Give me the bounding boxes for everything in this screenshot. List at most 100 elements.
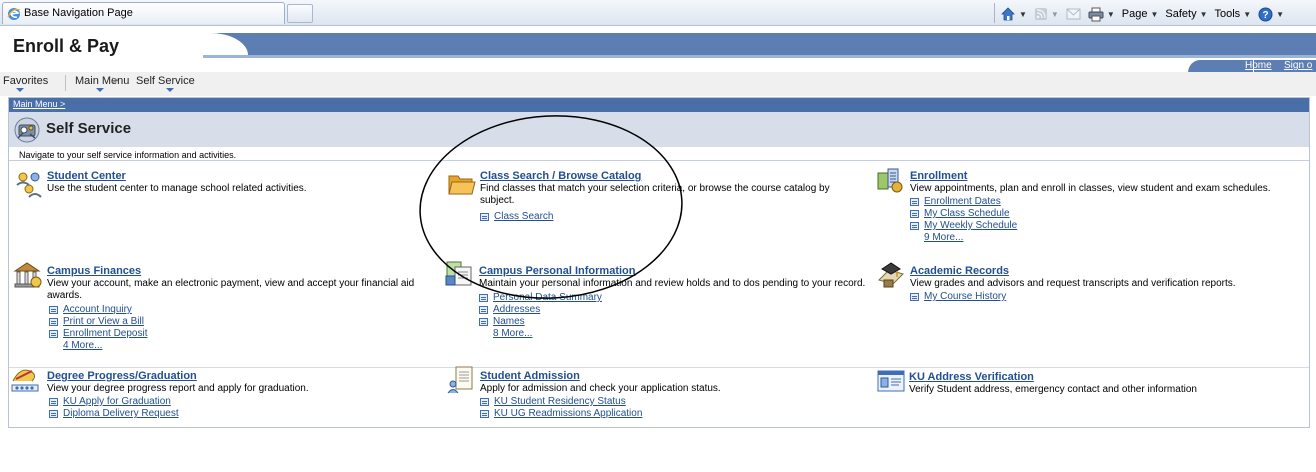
link-enrollment-dates[interactable]: Enrollment Dates — [924, 196, 1001, 207]
print-button[interactable]: ▼ — [1088, 5, 1115, 23]
link-my-class-schedule[interactable]: My Class Schedule — [924, 208, 1010, 219]
link-ku-ug-readmissions[interactable]: KU UG Readmissions Application — [494, 408, 642, 419]
sign-out-link[interactable]: Sign o — [1284, 60, 1312, 71]
mail-button[interactable] — [1066, 5, 1081, 23]
app-brand: Enroll & Pay — [13, 36, 120, 56]
link-class-search[interactable]: Class Search — [494, 211, 553, 222]
link-more[interactable]: 4 More... — [63, 340, 102, 351]
list-bullet-icon — [480, 213, 489, 221]
list-bullet-icon — [49, 330, 58, 338]
link-enrollment-deposit[interactable]: Enrollment Deposit — [63, 328, 147, 339]
favorites-menu[interactable]: Favorites — [3, 75, 48, 87]
page-title: Self Service — [46, 120, 132, 137]
tools-menu[interactable]: Tools ▼ — [1215, 5, 1252, 23]
link-more[interactable]: 9 More... — [924, 232, 963, 243]
link-ku-apply-graduation[interactable]: KU Apply for Graduation — [63, 396, 171, 407]
tile-campus-finances: Campus Finances View your account, make … — [12, 260, 437, 360]
breadcrumb[interactable]: Main Menu > — [13, 99, 65, 109]
feeds-dropdown-icon[interactable]: ▼ — [1051, 10, 1059, 19]
home-icon — [1001, 7, 1015, 21]
tile-description: Verify Student address, emergency contac… — [909, 384, 1197, 395]
tile-title-campus-finances[interactable]: Campus Finances — [47, 265, 141, 277]
app-header: Enroll & Pay Home Sign o — [8, 31, 1316, 73]
self-service-caret-icon[interactable] — [166, 88, 174, 92]
tile-description: View your degree progress report and app… — [47, 383, 309, 394]
tile-title-academic-records[interactable]: Academic Records — [910, 265, 1009, 277]
chevron-down-icon: ▼ — [1150, 9, 1159, 19]
page-title-bar: Self Service — [9, 112, 1309, 147]
new-tab-button[interactable] — [287, 4, 313, 23]
link-my-course-history[interactable]: My Course History — [924, 291, 1006, 302]
help-dropdown-icon[interactable]: ▼ — [1276, 10, 1284, 19]
tile-student-admission: Student Admission Apply for admission an… — [446, 365, 871, 425]
tile-class-search: Class Search / Browse Catalog Find class… — [447, 169, 867, 229]
nav-current-self-service[interactable]: Self Service — [136, 75, 195, 87]
help-button[interactable]: ? ▼ — [1258, 5, 1284, 23]
favorites-caret-icon[interactable] — [16, 88, 24, 92]
tile-student-center: Student Center Use the student center to… — [14, 169, 434, 229]
student-admission-icon — [447, 366, 473, 394]
tile-degree-progress: Degree Progress/Graduation View your deg… — [10, 365, 435, 425]
link-ku-residency-status[interactable]: KU Student Residency Status — [494, 396, 626, 407]
tile-description: Find classes that match your selection c… — [480, 183, 830, 206]
address-verification-icon — [877, 370, 905, 392]
chevron-down-icon: ▼ — [1199, 9, 1208, 19]
student-center-icon — [16, 172, 42, 198]
link-addresses[interactable]: Addresses — [493, 304, 540, 315]
feeds-button[interactable]: ▼ — [1034, 5, 1059, 23]
nav-separator: > — [112, 75, 119, 87]
tile-description: Use the student center to manage school … — [47, 183, 307, 194]
tile-title-student-admission[interactable]: Student Admission — [480, 370, 580, 382]
feeds-icon — [1034, 8, 1047, 20]
tile-description: Maintain your personal information and r… — [479, 278, 866, 289]
home-button[interactable]: ▼ — [1000, 5, 1027, 23]
tile-title-campus-personal-info[interactable]: Campus Personal Information — [479, 265, 635, 277]
tile-title-enrollment[interactable]: Enrollment — [910, 170, 967, 182]
tile-title-ku-address-verification[interactable]: KU Address Verification — [909, 371, 1034, 383]
browser-toolbar: ▼ ▼ ▼ Page ▼ Safety ▼ Tools ▼ ? ▼ — [1000, 5, 1291, 23]
link-diploma-delivery[interactable]: Diploma Delivery Request — [63, 408, 179, 419]
main-menu[interactable]: Main Menu — [75, 75, 129, 87]
list-bullet-icon — [49, 410, 58, 418]
page-menu[interactable]: Page ▼ — [1122, 5, 1159, 23]
help-icon: ? — [1258, 7, 1273, 21]
link-names[interactable]: Names — [493, 316, 525, 327]
list-bullet-icon — [910, 293, 919, 301]
link-print-view-bill[interactable]: Print or View a Bill — [63, 316, 144, 327]
tile-title-student-center[interactable]: Student Center — [47, 170, 126, 182]
tools-menu-label: Tools — [1214, 8, 1241, 20]
list-bullet-icon — [479, 306, 488, 314]
list-bullet-icon — [49, 306, 58, 314]
folder-icon — [448, 175, 476, 195]
section-divider — [9, 160, 1309, 161]
tile-title-degree-progress[interactable]: Degree Progress/Graduation — [47, 370, 197, 382]
home-dropdown-icon[interactable]: ▼ — [1019, 10, 1027, 19]
list-bullet-icon — [49, 398, 58, 406]
breadcrumb-main-menu[interactable]: Main Menu > — [13, 99, 65, 109]
link-personal-data-summary[interactable]: Personal Data Summary — [493, 292, 602, 303]
link-more[interactable]: 8 More... — [493, 328, 532, 339]
safety-menu[interactable]: Safety ▼ — [1165, 5, 1207, 23]
page-menu-label: Page — [1121, 8, 1148, 20]
header-link-divider — [1253, 60, 1254, 72]
ie-page-icon — [7, 8, 21, 20]
tile-title-class-search[interactable]: Class Search / Browse Catalog — [480, 170, 641, 182]
link-my-weekly-schedule[interactable]: My Weekly Schedule — [924, 220, 1017, 231]
self-service-icon — [14, 117, 40, 143]
tile-description: Apply for admission and check your appli… — [480, 383, 721, 394]
tile-description: View grades and advisors and request tra… — [910, 278, 1236, 289]
tile-description: View appointments, plan and enroll in cl… — [910, 183, 1271, 194]
list-bullet-icon — [480, 410, 489, 418]
toolbar-divider — [994, 3, 995, 23]
home-link[interactable]: Home — [1245, 60, 1272, 71]
print-icon — [1088, 7, 1104, 21]
browser-tab[interactable]: Base Navigation Page — [2, 2, 285, 24]
list-bullet-icon — [910, 198, 919, 206]
chevron-down-icon: ▼ — [1243, 9, 1252, 19]
tile-academic-records: Academic Records View grades and advisor… — [876, 260, 1301, 320]
list-bullet-icon — [910, 210, 919, 218]
nav-divider — [65, 75, 66, 91]
main-menu-caret-icon[interactable] — [96, 88, 104, 92]
link-account-inquiry[interactable]: Account Inquiry — [63, 304, 132, 315]
print-dropdown-icon[interactable]: ▼ — [1107, 10, 1115, 19]
